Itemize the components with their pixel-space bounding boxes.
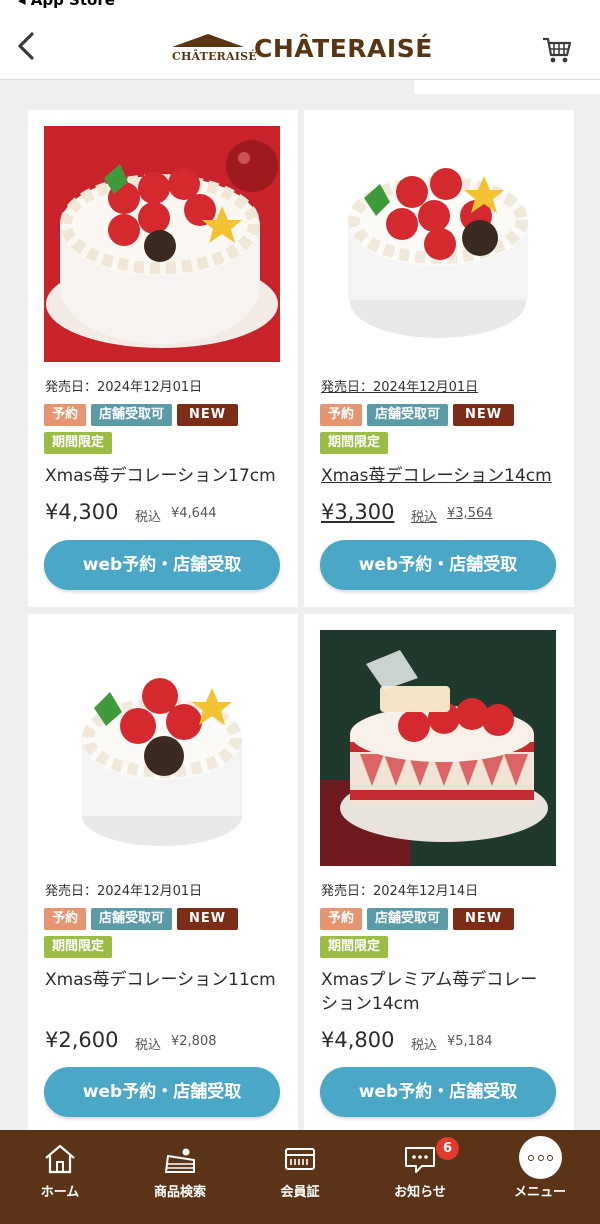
back-to-app-store-link[interactable]: ◂ App Store (18, 0, 115, 9)
app-header: CHÂTERAISÉ CHÂTERAISÉ (0, 12, 600, 80)
tag-row: 予約 店舗受取可 NEW (320, 404, 515, 426)
product-image-xmas-cake-11cm[interactable] (44, 630, 280, 866)
menu-dot (537, 1155, 544, 1161)
home-icon (45, 1144, 75, 1174)
web-reserve-button[interactable]: web予約・店舗受取 (320, 540, 556, 590)
nav-label: メニュー (513, 1185, 566, 1200)
release-date[interactable]: 発売日：2024年12月01日 (321, 376, 478, 395)
logo-large-text: CHÂTERAISÉ (254, 34, 433, 63)
tag-row: 予約 店舗受取可 NEW (44, 908, 239, 930)
new-tag: NEW (177, 404, 239, 426)
tag-row: 期間限定 (320, 432, 389, 454)
tag-row: 期間限定 (44, 432, 113, 454)
tax-included-label: 税込 (411, 510, 438, 525)
nav-item-member-card[interactable]: 会員証 (240, 1130, 360, 1224)
tag-row: 予約 店舗受取可 NEW (320, 908, 515, 930)
limited-time-tag: 期間限定 (44, 936, 113, 958)
release-date: 発売日：2024年12月01日 (45, 380, 203, 395)
release-date: 発売日：2024年12月14日 (321, 884, 479, 899)
limited-time-tag: 期間限定 (320, 432, 389, 454)
store-pickup-tag: 店舗受取可 (91, 404, 173, 426)
notification-icon (405, 1147, 435, 1173)
product-card[interactable]: 発売日：2024年12月01日 予約 店舗受取可 NEW 期間限定 Xmas苺デ… (28, 110, 298, 607)
cake-search-icon (164, 1148, 195, 1173)
product-name[interactable]: Xmas苺デコレーション11cm (45, 968, 285, 992)
product-image-xmas-premium-cake-14cm[interactable] (320, 630, 556, 866)
web-reserve-button[interactable]: web予約・店舗受取 (44, 540, 280, 590)
tag-row: 予約 店舗受取可 NEW (44, 404, 239, 426)
tax-included-label: 税込 (135, 510, 162, 525)
menu-dot (547, 1155, 553, 1161)
chateraise-logo[interactable]: CHÂTERAISÉ CHÂTERAISÉ (170, 32, 432, 68)
store-pickup-tag: 店舗受取可 (367, 404, 449, 426)
release-date: 発売日：2024年12月01日 (45, 884, 203, 899)
reserve-tag: 予約 (320, 908, 363, 930)
store-pickup-tag: 店舗受取可 (367, 908, 449, 930)
product-card[interactable]: 発売日：2024年12月01日 予約 店舗受取可 NEW 期間限定 Xmas苺デ… (304, 110, 574, 607)
reserve-tag: 予約 (44, 404, 87, 426)
tag-row: 期間限定 (320, 936, 389, 958)
limited-time-tag: 期間限定 (320, 936, 389, 958)
new-tag: NEW (177, 908, 239, 930)
nav-item-home[interactable]: ホーム (0, 1130, 120, 1224)
nav-label: 会員証 (280, 1185, 320, 1200)
cart-icon[interactable] (540, 34, 574, 66)
new-tag: NEW (453, 908, 515, 930)
status-bar: ◂ App Store (0, 0, 600, 12)
web-reserve-button[interactable]: web予約・店舗受取 (44, 1067, 280, 1117)
tax-included-label: 税込 (135, 1038, 162, 1053)
header-tab-strip (414, 80, 600, 94)
menu-dot (528, 1155, 534, 1161)
product-image-xmas-cake-17cm[interactable] (44, 126, 280, 362)
product-price: ¥4,800 (321, 1028, 395, 1052)
member-card-icon (285, 1148, 315, 1170)
tax-included-price: ¥2,808 (171, 1034, 217, 1049)
new-tag: NEW (453, 404, 515, 426)
tax-included-price: ¥3,564 (447, 506, 493, 521)
tax-included-label: 税込 (411, 1038, 438, 1053)
nav-label: お知らせ (394, 1185, 446, 1200)
nav-item-notifications[interactable]: お知らせ (360, 1130, 480, 1224)
tag-row: 期間限定 (44, 936, 113, 958)
product-name[interactable]: Xmasプレミアム苺デコレーション14cm (321, 968, 553, 1016)
reserve-tag: 予約 (44, 908, 87, 930)
logo-small-text: CHÂTERAISÉ (172, 50, 257, 63)
product-price: ¥2,600 (45, 1028, 119, 1052)
nav-item-product-search[interactable]: 商品検索 (120, 1130, 240, 1224)
product-image-xmas-cake-14cm[interactable] (320, 126, 556, 362)
limited-time-tag: 期間限定 (44, 432, 113, 454)
product-price: ¥3,300 (321, 500, 395, 524)
nav-label: 商品検索 (153, 1185, 206, 1200)
back-arrow-icon[interactable] (12, 28, 44, 64)
web-reserve-button[interactable]: web予約・店舗受取 (320, 1067, 556, 1117)
reserve-tag: 予約 (320, 404, 363, 426)
tax-included-price: ¥5,184 (447, 1034, 493, 1049)
bottom-navigation: ホーム 商品検索 会員証 お知らせ メニュー (0, 1130, 600, 1224)
tax-included-price: ¥4,644 (171, 506, 217, 521)
notification-count-badge: 6 (436, 1137, 459, 1160)
product-price: ¥4,300 (45, 500, 119, 524)
menu-icon[interactable] (519, 1136, 562, 1179)
product-name[interactable]: Xmas苺デコレーション14cm (321, 464, 561, 488)
store-pickup-tag: 店舗受取可 (91, 908, 173, 930)
product-name[interactable]: Xmas苺デコレーション17cm (45, 464, 285, 488)
product-card[interactable]: 発売日：2024年12月14日 予約 店舗受取可 NEW 期間限定 Xmasプレ… (304, 614, 574, 1130)
product-card[interactable]: 発売日：2024年12月01日 予約 店舗受取可 NEW 期間限定 Xmas苺デ… (28, 614, 298, 1130)
nav-label: ホーム (40, 1185, 80, 1200)
